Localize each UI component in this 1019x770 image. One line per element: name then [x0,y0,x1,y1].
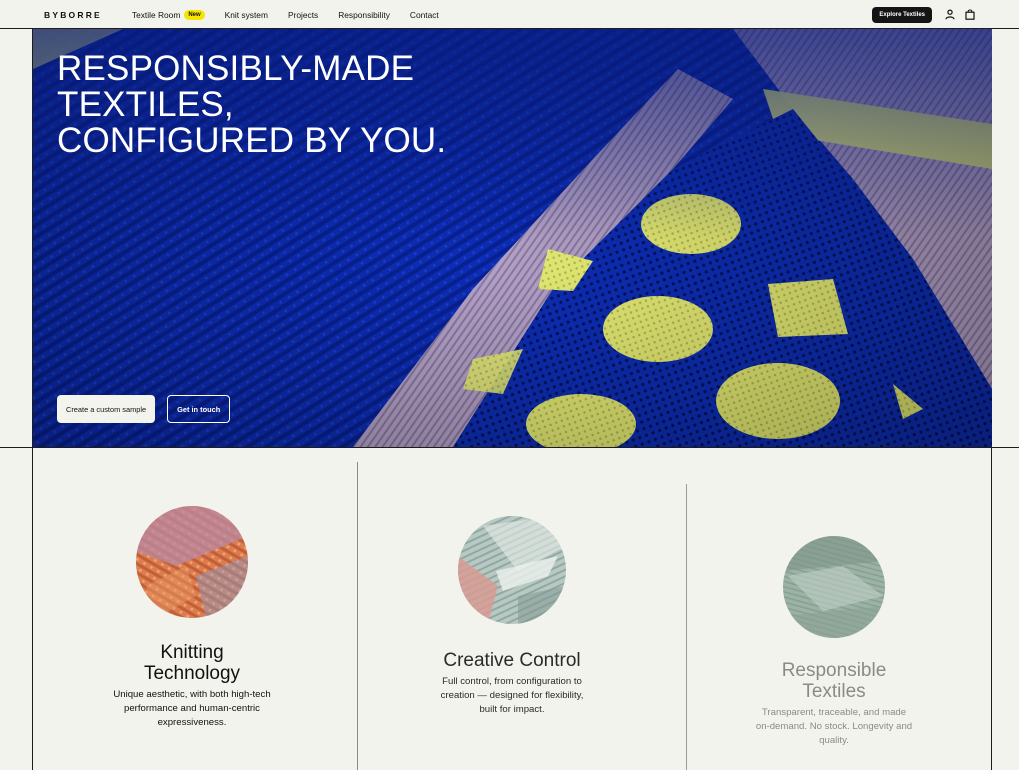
create-custom-sample-button[interactable]: Create a custom sample [57,395,156,423]
feature-title: Creative Control [443,650,581,671]
hero-bottom-divider [0,447,1019,448]
shopping-bag-icon[interactable] [965,9,975,20]
hero-section: RESPONSIBLY-MADE TEXTILES, CONFIGURED BY… [33,29,992,447]
creative-control-image [458,516,566,624]
nav-link-responsibility[interactable]: Responsibility [338,10,390,20]
nav-link-projects[interactable]: Projects [288,10,318,20]
top-navigation: BYBORRE Textile Room New Knit system Pro… [0,0,1019,29]
feature-description: Unique aesthetic, with both high-tech pe… [113,689,271,728]
nav-actions: Explore Textiles [872,6,975,23]
byborre-logo[interactable]: BYBORRE [44,10,102,20]
feature-responsible-textiles: Responsible Textiles Transparent, tracea… [755,536,913,748]
nav-links: Textile Room New Knit system Projects Re… [131,9,459,20]
responsible-textiles-image [783,536,885,638]
hero-title: RESPONSIBLY-MADE TEXTILES, CONFIGURED BY… [57,49,447,160]
nav-link-contact[interactable]: Contact [410,10,439,20]
nav-link-label: Textile Room [131,9,181,20]
feature-description: Full control, from configuration to crea… [440,676,584,715]
new-badge: New [184,9,205,20]
nav-link-textile-room[interactable]: Textile Room New [131,9,205,20]
feature-knitting-technology: Knitting Technology Unique aesthetic, wi… [113,506,271,730]
column-divider-2 [686,484,687,770]
column-divider-1 [357,462,358,770]
knitting-technology-image [136,506,248,618]
get-in-touch-button[interactable]: Get in touch [167,395,231,423]
nav-link-knit-system[interactable]: Knit system [225,10,268,20]
user-icon[interactable] [945,9,955,20]
feature-title: Knitting Technology [143,642,241,684]
feature-title: Responsible Textiles [781,660,887,702]
explore-textiles-button[interactable]: Explore Textiles [872,6,932,23]
hero-cta-group: Create a custom sample Get in touch [57,395,231,423]
feature-description: Transparent, traceable, and made on-dema… [755,707,913,746]
feature-creative-control: Creative Control Full control, from conf… [433,516,591,717]
